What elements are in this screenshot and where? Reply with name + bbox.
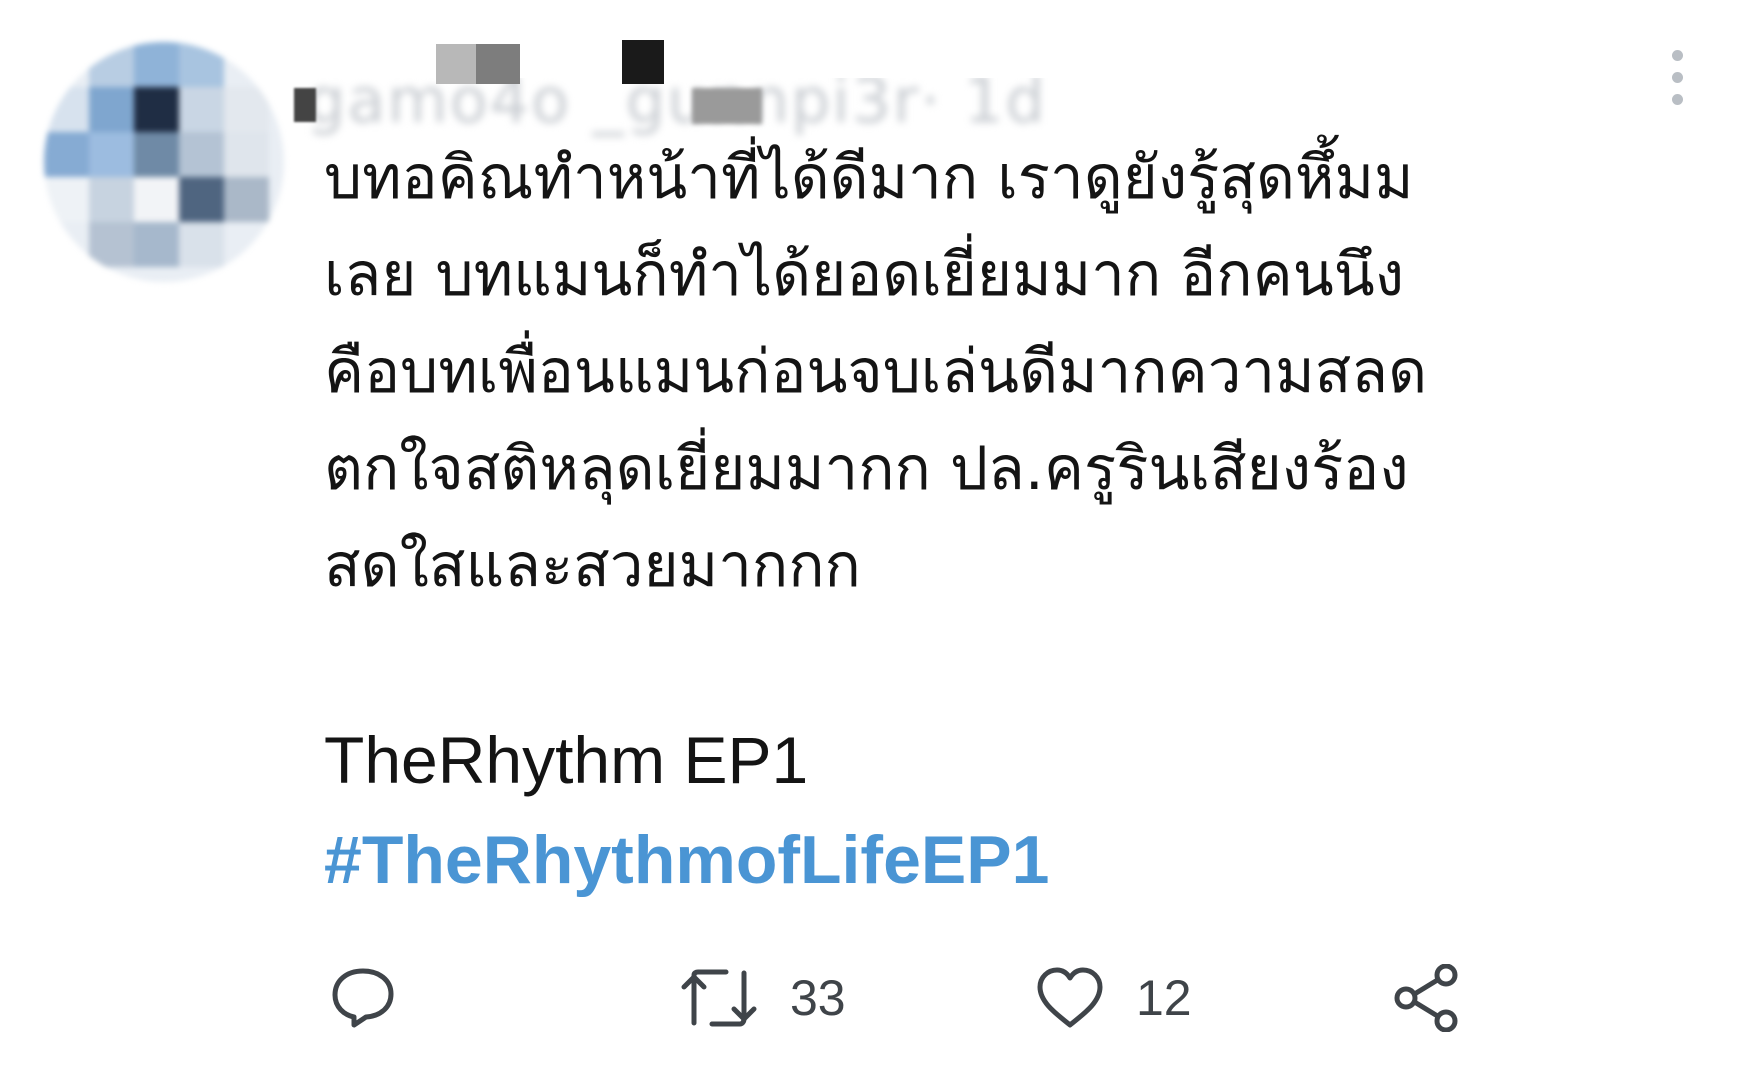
retweet-icon xyxy=(681,969,757,1027)
share-icon xyxy=(1394,964,1458,1032)
more-options-icon[interactable] xyxy=(1665,50,1689,108)
tweet-body-line: เลย บทแมนก็ทำได้ยอดเยี่ยมมาก อีกคนนึง xyxy=(324,240,1405,310)
censor-block xyxy=(476,44,520,84)
reply-icon xyxy=(332,968,394,1028)
share-button[interactable] xyxy=(1392,958,1460,1038)
like-count: 12 xyxy=(1136,970,1192,1026)
author-name[interactable]: gamo4o _gunnpi3r· 1d xyxy=(306,70,1047,132)
heart-icon xyxy=(1037,967,1103,1028)
tweet-body-line: ตกใจสติหลุดเยี่ยมมากก ปล.ครูรินเสียงร้อง xyxy=(324,434,1409,504)
censor-block xyxy=(436,44,476,84)
hashtag-link[interactable]: #TheRhythmofLifeEP1 xyxy=(324,820,1049,900)
retweet-count: 33 xyxy=(790,970,846,1026)
tweet-tag-text: TheRhythm EP1 xyxy=(324,723,809,797)
avatar[interactable] xyxy=(44,42,284,282)
tweet-body-line: สดใสและสวยมากกก xyxy=(324,531,861,601)
reply-button[interactable] xyxy=(330,958,396,1038)
censor-block xyxy=(622,40,664,84)
retweet-button[interactable]: 33 xyxy=(680,958,846,1038)
censor-block xyxy=(692,88,762,124)
tweet-body: บทอคิณทำหน้าที่ได้ดีมาก เราดูยังรู้สุดหึ… xyxy=(324,130,1704,615)
tweet-body-line: บทอคิณทำหน้าที่ได้ดีมาก เราดูยังรู้สุดหึ… xyxy=(324,143,1414,213)
tweet-card: gamo4o _gunnpi3r· 1d บทอคิณทำหน้าที่ได้ด… xyxy=(0,0,1747,1080)
censor-block xyxy=(294,88,316,122)
tweet-header: gamo4o _gunnpi3r· 1d xyxy=(294,38,1606,132)
like-button[interactable]: 12 xyxy=(1036,958,1192,1038)
tweet-body-line: คือบทเพื่อนแมนก่อนจบเล่นดีมากความสลด xyxy=(324,337,1428,407)
